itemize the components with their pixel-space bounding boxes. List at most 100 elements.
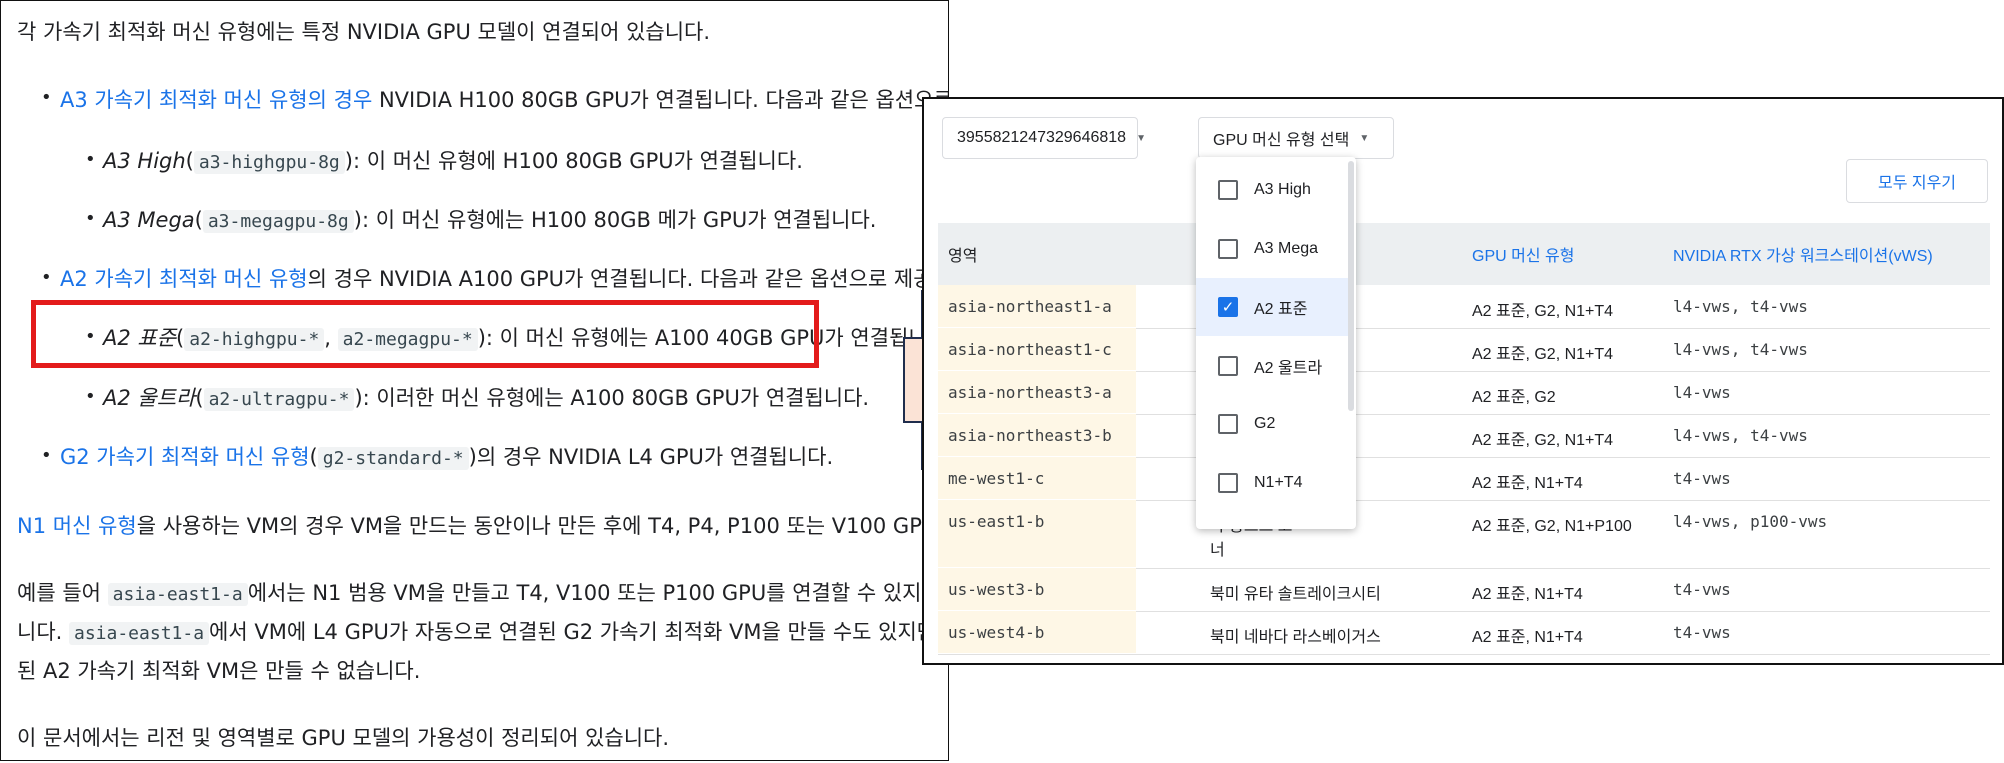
gpu-filter-label: GPU 머신 유형 선택 — [1213, 132, 1350, 149]
gpu-type-filter[interactable]: GPU 머신 유형 선택 ▼ — [1198, 117, 1394, 159]
vws-types: l4-vws, p100-vws — [1673, 512, 1828, 531]
n1-paragraph: N1 머신 유형을 사용하는 VM의 경우 VM을 만드는 동안이나 만든 후에… — [17, 511, 948, 541]
gpu-machine-types: A2 표준, N1+T4 — [1472, 475, 1583, 492]
dropdown-option[interactable]: A3 High — [1196, 161, 1348, 219]
dropdown-option-label: A2 표준 — [1254, 301, 1308, 318]
a2-ultra-name: A2 울트라 — [103, 386, 196, 410]
vws-types: l4-vws — [1673, 383, 1731, 402]
bullet-dot: • — [85, 386, 96, 407]
caret-down-icon: ▼ — [1136, 132, 1146, 144]
highlight-box — [31, 300, 819, 368]
table-row: me-west1-c비브A2 표준, N1+T4t4-vws — [938, 457, 1990, 501]
bullet-dot: • — [41, 87, 52, 108]
vws-types: t4-vws — [1673, 469, 1731, 488]
dropdown-scrollbar[interactable] — [1348, 161, 1354, 411]
table-row: asia-northeast3-a민국 서울A2 표준, G2l4-vws — [938, 371, 1990, 415]
zone-location: 북미 네바다 라스베이거스 — [1210, 629, 1381, 646]
g2-link[interactable]: G2 가속기 최적화 머신 유형 — [60, 445, 310, 469]
example-text: 에서 VM에 L4 GPU가 자동으로 연결된 G2 가속기 최적화 VM을 만… — [209, 620, 948, 644]
zone-cell-bg — [938, 500, 1136, 567]
project-id: 3955821247329646818 — [957, 129, 1127, 146]
gpu-availability-console: 3955821247329646818 ▼ GPU 머신 유형 선택 ▼ 모두 … — [922, 97, 2004, 665]
zone-name: me-west1-c — [948, 469, 1045, 488]
example-line-1: 예를 들어 asia-east1-a 에서는 N1 범용 VM을 만들고 T4, … — [17, 578, 948, 610]
zone-location: 북미 유타 솔트레이크시티 — [1210, 586, 1381, 603]
n1-text: 을 사용하는 VM의 경우 VM을 만드는 동안이나 만든 후에 T4, P4,… — [136, 514, 948, 538]
bullet-dot: • — [41, 445, 52, 466]
a3-high-name: A3 High — [103, 149, 186, 173]
example-text: 예를 들어 — [17, 581, 108, 605]
dropdown-option-label: G2 — [1254, 415, 1276, 432]
a2-link[interactable]: A2 가속기 최적화 머신 유형 — [60, 267, 308, 291]
gpu-machine-types: A2 표준, G2, N1+T4 — [1472, 346, 1614, 363]
a3-high-item: A3 High(a3-highgpu-8g): 이 머신 유형에 H100 80… — [103, 149, 803, 174]
documentation-panel: 각 가속기 최적화 머신 유형에는 특정 NVIDIA GPU 모델이 연결되어… — [0, 0, 949, 761]
a3-mega-item: A3 Mega(a3-megagpu-8g): 이 머신 유형에는 H100 8… — [103, 208, 877, 233]
column-vws[interactable]: NVIDIA RTX 가상 워크스테이션(vWS) — [1673, 223, 1933, 285]
table-row: asia-northeast3-b민국 서울A2 표준, G2, N1+T4l4… — [938, 414, 1990, 458]
clear-all-button[interactable]: 모두 지우기 — [1846, 159, 1988, 203]
a2-ultra-item: A2 울트라(a2-ultragpu-*): 이러한 머신 유형에는 A100 … — [103, 386, 870, 411]
vws-types: l4-vws, t4-vws — [1673, 297, 1808, 316]
gpu-machine-types: A2 표준, G2 — [1472, 389, 1556, 406]
a2-text: 의 경우 NVIDIA A100 GPU가 연결됩니다. 다음과 같은 옵션으로… — [307, 267, 949, 291]
zone-name: us-west4-b — [948, 623, 1045, 642]
gpu-machine-types: A2 표준, G2, N1+T4 — [1472, 432, 1614, 449]
zone-name: asia-northeast1-a — [948, 297, 1112, 316]
dropdown-option-label: A3 High — [1254, 181, 1311, 198]
example-text: 에서는 N1 범용 VM을 만들고 T4, V100 또는 P100 GPU를 … — [247, 581, 948, 605]
a2-ultra-code: a2-ultragpu-* — [203, 388, 355, 411]
table-row: us-east1-b나 몽크스 코너A2 표준, G2, N1+P100l4-v… — [938, 500, 1990, 569]
intro-text: 각 가속기 최적화 머신 유형에는 특정 NVIDIA GPU 모델이 연결되어… — [17, 20, 711, 44]
dropdown-option[interactable]: G2 — [1196, 395, 1348, 453]
bullet-dot: • — [85, 149, 96, 170]
zone-name: asia-northeast3-a — [948, 383, 1112, 402]
dropdown-option-label: A2 울트라 — [1254, 359, 1323, 377]
column-zone[interactable]: 영역 — [948, 223, 977, 285]
a3-high-text: : 이 머신 유형에 H100 80GB GPU가 연결됩니다. — [352, 149, 803, 173]
a3-high-code: a3-highgpu-8g — [193, 151, 345, 174]
a3-item: A3 가속기 최적화 머신 유형의 경우 NVIDIA H100 80GB GP… — [60, 85, 948, 115]
gpu-machine-types: A2 표준, N1+T4 — [1472, 629, 1583, 646]
gpu-machine-types: A2 표준, G2, N1+T4 — [1472, 303, 1614, 320]
checkbox-icon[interactable] — [1218, 238, 1238, 259]
checkbox-checked-icon[interactable]: ✓ — [1218, 297, 1238, 317]
a3-mega-name: A3 Mega — [103, 208, 195, 232]
dropdown-option[interactable]: ✓ A2 표준 — [1196, 278, 1348, 336]
gpu-machine-types: A2 표준, N1+T4 — [1472, 586, 1583, 603]
n1-link[interactable]: N1 머신 유형 — [17, 514, 137, 538]
a2-ultra-text: : 이러한 머신 유형에는 A100 80GB GPU가 연결됩니다. — [362, 386, 870, 410]
zone-name: asia-northeast3-b — [948, 426, 1112, 445]
example-line-3: 된 A2 가속기 최적화 VM은 만들 수 없습니다. — [17, 659, 421, 683]
vws-types: t4-vws — [1673, 623, 1731, 642]
example-text: 니다. — [17, 620, 69, 644]
checkbox-icon[interactable] — [1218, 180, 1238, 200]
dropdown-option-label: N1+T4 — [1254, 473, 1303, 491]
checkbox-icon[interactable] — [1218, 355, 1238, 376]
checkbox-icon[interactable] — [1218, 414, 1238, 434]
table-header: 영역 GPU 머신 유형 NVIDIA RTX 가상 워크스테이션(vWS) — [938, 223, 1990, 285]
vws-types: l4-vws, t4-vws — [1673, 426, 1808, 445]
example-line-2: 니다. asia-east1-a 에서 VM에 L4 GPU가 자동으로 연결된 … — [17, 617, 948, 649]
vws-types: t4-vws — [1673, 580, 1731, 599]
a3-link[interactable]: A3 가속기 최적화 머신 유형의 경우 — [60, 88, 372, 112]
column-gpu-type[interactable]: GPU 머신 유형 — [1472, 223, 1574, 285]
a3-mega-code: a3-megagpu-8g — [202, 210, 354, 233]
checkbox-icon[interactable] — [1218, 472, 1238, 493]
dropdown-option[interactable]: A2 울트라 — [1196, 337, 1348, 395]
zone-code: asia-east1-a — [107, 583, 248, 606]
vws-types: l4-vws, t4-vws — [1673, 340, 1808, 359]
zone-name: asia-northeast1-c — [948, 340, 1112, 359]
bullet-dot: • — [41, 267, 52, 288]
zone-name: us-east1-b — [948, 512, 1045, 531]
dropdown-option[interactable]: A3 Mega — [1196, 220, 1348, 278]
table-row: asia-northeast1-c도쿄A2 표준, G2, N1+T4l4-vw… — [938, 328, 1990, 372]
table-row: asia-northeast1-a도쿄A2 표준, G2, N1+T4l4-vw… — [938, 285, 1990, 329]
outro-text: 이 문서에서는 리전 및 영역별로 GPU 모델의 가용성이 정리되어 있습니다… — [17, 726, 670, 750]
a2-item: A2 가속기 최적화 머신 유형의 경우 NVIDIA A100 GPU가 연결… — [60, 264, 949, 294]
project-selector[interactable]: 3955821247329646818 ▼ — [942, 117, 1146, 159]
dropdown-option[interactable]: N1+T4 — [1196, 454, 1348, 512]
a3-mega-text: : 이 머신 유형에는 H100 80GB 메가 GPU가 연결됩니다. — [361, 208, 877, 232]
g2-item: G2 가속기 최적화 머신 유형(g2-standard-*)의 경우 NVID… — [60, 445, 834, 470]
dropdown-option-label: A3 Mega — [1254, 239, 1319, 257]
